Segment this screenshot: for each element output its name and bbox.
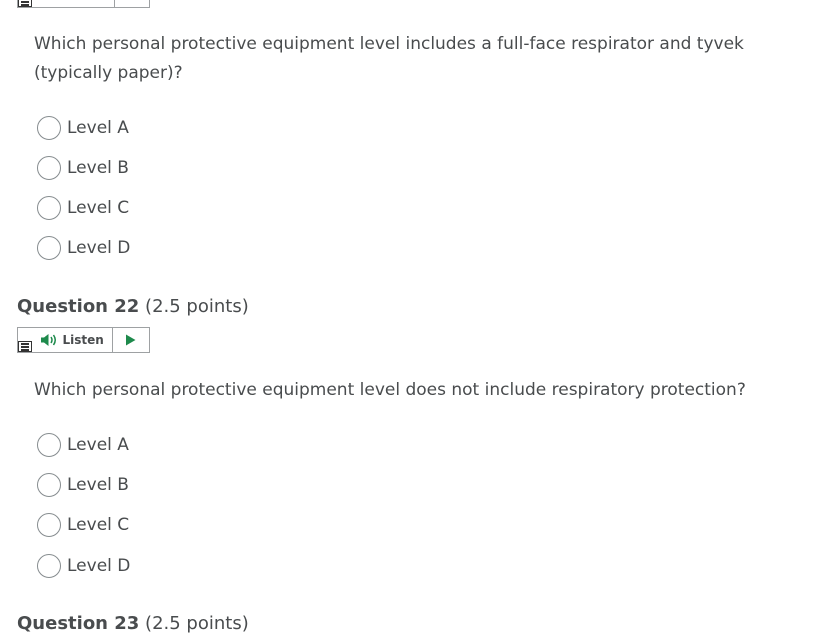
radio-button[interactable] (37, 473, 61, 497)
radio-button[interactable] (37, 554, 61, 578)
q21-option-level-b[interactable]: Level B (37, 155, 129, 181)
listen-toolbar-q22: Listen (17, 327, 150, 353)
q21-option-level-d[interactable]: Level D (37, 235, 130, 261)
question-21-text: Which personal protective equipment leve… (34, 34, 744, 83)
play-icon (126, 334, 136, 346)
play-button-q21[interactable] (115, 0, 149, 7)
listen-button-q22[interactable]: Listen (40, 328, 113, 352)
radio-button[interactable] (37, 156, 61, 180)
q21-option-level-a[interactable]: Level A (37, 115, 129, 141)
option-label: Level A (67, 118, 129, 138)
question-23-heading: Question 23 (2.5 points) (17, 613, 249, 634)
question-22-text: Which personal protective equipment leve… (34, 380, 746, 400)
option-label: Level C (67, 515, 130, 535)
listen-button-q21[interactable] (38, 0, 116, 7)
question-points: (2.5 points) (145, 613, 249, 634)
listen-toolbar-q21 (17, 0, 150, 8)
menu-icon (18, 341, 32, 352)
read-menu-button-q22[interactable] (18, 328, 40, 352)
question-points: (2.5 points) (145, 296, 249, 317)
option-label: Level B (67, 475, 129, 495)
option-label: Level D (67, 238, 131, 258)
radio-button[interactable] (37, 196, 61, 220)
radio-button[interactable] (37, 513, 61, 537)
read-menu-button-q21[interactable] (18, 0, 38, 7)
radio-button[interactable] (37, 433, 61, 457)
listen-label: Listen (62, 333, 104, 347)
q22-option-level-b[interactable]: Level B (37, 472, 129, 498)
q22-option-level-d[interactable]: Level D (37, 553, 130, 579)
radio-button[interactable] (37, 116, 61, 140)
option-label: Level B (67, 158, 129, 178)
option-label: Level A (67, 435, 129, 455)
q22-option-level-c[interactable]: Level C (37, 512, 129, 538)
option-label: Level C (67, 198, 130, 218)
radio-button[interactable] (37, 236, 61, 260)
menu-icon (18, 0, 32, 7)
question-22-heading: Question 22 (2.5 points) (17, 296, 249, 317)
option-label: Level D (67, 556, 131, 576)
q21-option-level-c[interactable]: Level C (37, 195, 129, 221)
play-button-q22[interactable] (113, 328, 149, 352)
q22-option-level-a[interactable]: Level A (37, 432, 129, 458)
speaker-icon (40, 334, 56, 346)
question-title: Question 23 (17, 613, 140, 634)
question-title: Question 22 (17, 296, 140, 317)
